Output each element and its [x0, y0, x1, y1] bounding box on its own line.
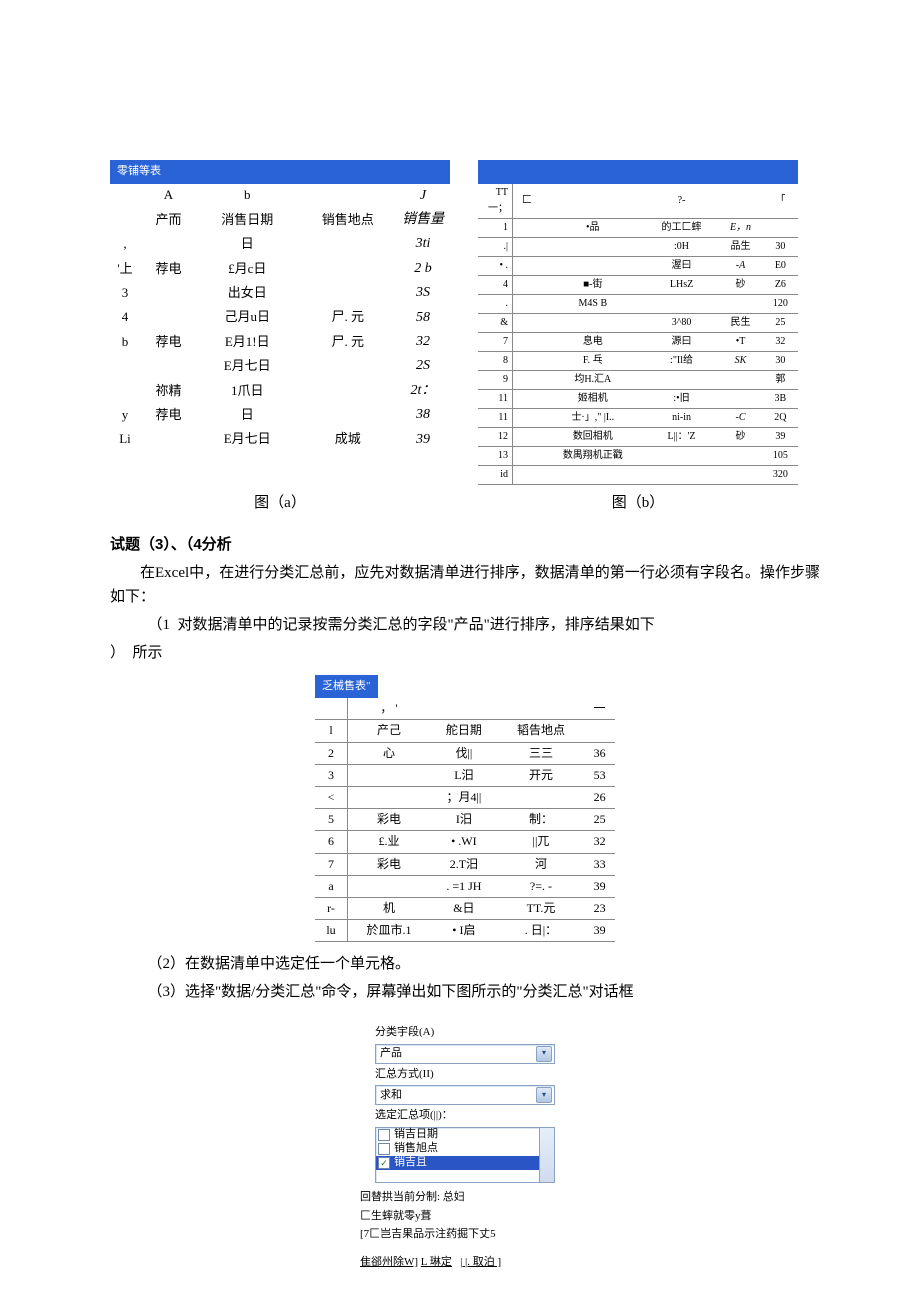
label-method: 汇总方式(II) [375, 1066, 555, 1084]
option-replace[interactable]: 回替拱当前分制: 总妇 [360, 1189, 820, 1207]
select-method[interactable]: 求和 ▾ [375, 1085, 555, 1105]
tables-row: 零铺等表 A b J 产而 消售日期 销售地点 销售量 ,日3ti '上荐电£月… [110, 160, 820, 485]
ok-button[interactable]: L 琳定 [421, 1256, 452, 1268]
captions: 图（a） 图（b） [110, 491, 820, 515]
dialog-options: 回替拱当前分制: 总妇 匚生蟀就零y葺 [7匚岂吉果品示注药掘下丈5 隹郤州除W… [360, 1189, 820, 1271]
remove-all-button[interactable]: 隹郤州除W] [360, 1256, 418, 1268]
step-1-cont: ） 所示 [110, 641, 820, 665]
figure-b: TT 一； 匚 ?- 「 1•品的工匚蟀E，n .|:0H品生30 • .渥曰-… [478, 160, 798, 485]
chevron-down-icon[interactable]: ▾ [536, 1087, 552, 1103]
table-c: ， '一 l产己舵日期韬告地点 2心伐||三三36 3L汨开元53 <；月4||… [315, 698, 615, 942]
list-item-label: 销吉且 [394, 1154, 427, 1172]
label-group-field: 分类宇段(A) [375, 1024, 555, 1042]
step-3: （3）选择"数据/分类汇总"命令，屏幕弹出如下图所示的"分类汇总"对话框 [110, 980, 820, 1004]
checkbox-icon[interactable] [378, 1129, 390, 1141]
select-group-field[interactable]: 产品 ▾ [375, 1044, 555, 1064]
select-value: 求和 [380, 1087, 402, 1105]
label-items: 选定汇总项(||)： [375, 1107, 555, 1125]
table-a-titlebar: 零铺等表 [110, 160, 450, 184]
subtotal-dialog: 分类宇段(A) 产品 ▾ 汇总方式(II) 求和 ▾ 选定汇总项(||)： 销吉… [375, 1024, 555, 1183]
figure-a: 零铺等表 A b J 产而 消售日期 销售地点 销售量 ,日3ti '上荐电£月… [110, 160, 450, 485]
chevron-down-icon[interactable]: ▾ [536, 1046, 552, 1062]
body-text: 试题（3）、（4分析 在Excel中，在进行分类汇总前，应先对数据清单进行排序，… [110, 533, 820, 665]
list-items[interactable]: 销吉日期 销售旭点 ✓ 销吉且 [375, 1127, 555, 1183]
paragraph-1: 在Excel中，在进行分类汇总前，应先对数据清单进行排序，数据清单的第一行必须有… [110, 561, 820, 609]
figure-c: 乏械售表" ， '一 l产己舵日期韬告地点 2心伐||三三36 3L汨开元53 … [315, 675, 615, 943]
checkbox-icon[interactable] [378, 1143, 390, 1155]
table-b: TT 一； 匚 ?- 「 1•品的工匚蟀E，n .|:0H品生30 • .渥曰-… [478, 184, 798, 485]
checkbox-icon[interactable]: ✓ [378, 1157, 390, 1169]
caption-a: 图（a） [110, 491, 450, 515]
cancel-button[interactable]: | |. 取泊 ] [460, 1256, 501, 1268]
list-item-selected[interactable]: ✓ 销吉且 [376, 1156, 554, 1170]
option-pagebreak[interactable]: 匚生蟀就零y葺 [360, 1208, 820, 1226]
caption-b: 图（b） [478, 491, 798, 515]
table-b-titlebar [478, 160, 798, 184]
dialog-buttons: 隹郤州除W] L 琳定 | |. 取泊 ] [360, 1254, 820, 1272]
step-1: （1 对数据清单中的记录按需分类汇总的字段"产品"进行排序，排序结果如下 [148, 613, 821, 637]
analysis-heading: 试题（3）、（4分析 [110, 533, 820, 557]
option-below[interactable]: [7匚岂吉果品示注药掘下丈5 [360, 1226, 820, 1244]
select-value: 产品 [380, 1045, 402, 1063]
table-c-titlebar: 乏械售表" [315, 675, 378, 699]
body-text-2: （2）在数据清单中选定任一个单元格。 （3）选择"数据/分类汇总"命令，屏幕弹出… [110, 952, 820, 1004]
table-a: A b J 产而 消售日期 销售地点 销售量 ,日3ti '上荐电£月c日2 b… [110, 184, 450, 452]
step-2: （2）在数据清单中选定任一个单元格。 [110, 952, 820, 976]
scrollbar[interactable] [539, 1128, 554, 1182]
